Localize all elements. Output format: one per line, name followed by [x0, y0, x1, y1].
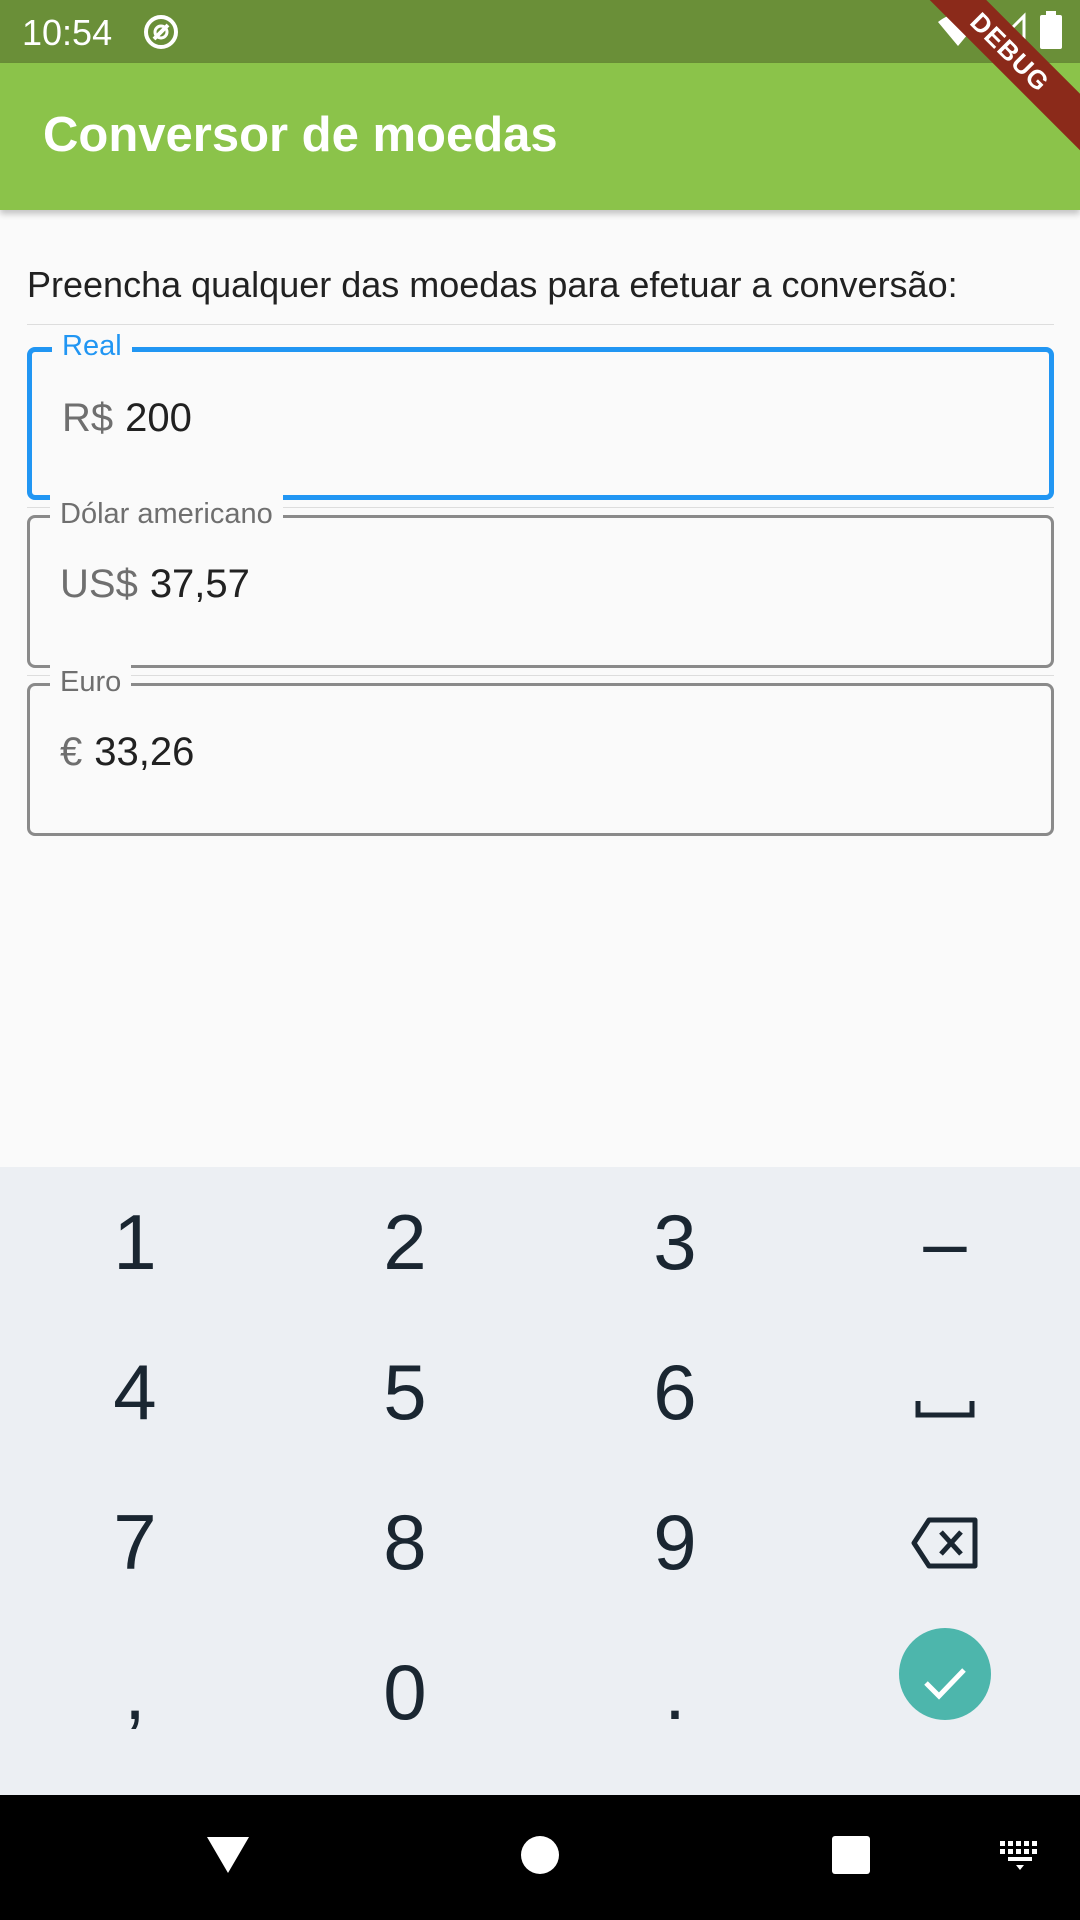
euro-prefix: € — [60, 730, 83, 774]
numeric-keyboard: 1 2 3 – 4 5 6 7 8 9 , 0 . — [0, 1167, 1080, 1795]
app-bar: Conversor de moedas — [0, 63, 1080, 210]
backspace-icon — [911, 1497, 979, 1588]
key-done[interactable] — [810, 1599, 1080, 1749]
real-prefix: R$ — [62, 396, 114, 440]
recents-button[interactable] — [811, 1795, 891, 1920]
app-notification-icon — [142, 13, 180, 51]
home-button[interactable] — [500, 1795, 580, 1920]
status-bar: 10:54 — [0, 0, 1080, 63]
key-9[interactable]: 9 — [540, 1467, 810, 1617]
key-period[interactable]: . — [540, 1617, 810, 1767]
keyboard-switch-button[interactable] — [985, 1795, 1055, 1920]
dollar-field[interactable]: Dólar americano US$ 37,57 — [27, 494, 1054, 668]
dollar-value: 37,57 — [149, 562, 250, 606]
dollar-prefix: US$ — [60, 562, 138, 606]
key-backspace[interactable] — [810, 1467, 1080, 1617]
real-field-input[interactable]: R$ 200 — [62, 396, 192, 441]
dollar-field-label: Dólar americano — [50, 494, 283, 534]
key-6[interactable]: 6 — [540, 1317, 810, 1467]
key-comma[interactable]: , — [0, 1617, 270, 1767]
signal-icon — [990, 11, 1026, 53]
euro-field[interactable]: Euro €33,26 — [27, 662, 1054, 836]
back-button[interactable] — [188, 1795, 268, 1920]
wifi-icon — [938, 12, 978, 53]
divider — [27, 675, 1054, 676]
status-time: 10:54 — [22, 12, 113, 53]
back-icon — [205, 1835, 251, 1880]
space-icon — [915, 1347, 975, 1438]
done-button[interactable] — [899, 1628, 991, 1720]
key-5[interactable]: 5 — [270, 1317, 540, 1467]
recents-icon — [831, 1835, 871, 1880]
real-field-label: Real — [52, 326, 132, 366]
home-icon — [520, 1835, 560, 1880]
real-value: 200 — [125, 396, 192, 440]
status-icons — [938, 10, 1062, 54]
real-field[interactable]: Real R$ 200 — [27, 326, 1054, 500]
key-0[interactable]: 0 — [270, 1617, 540, 1767]
key-4[interactable]: 4 — [0, 1317, 270, 1467]
battery-icon — [1040, 10, 1062, 54]
check-icon — [922, 1629, 968, 1720]
keyboard-switch-icon — [998, 1839, 1042, 1876]
key-1[interactable]: 1 — [0, 1167, 270, 1317]
app-title: Conversor de moedas — [43, 108, 558, 162]
euro-field-input[interactable]: €33,26 — [60, 730, 194, 775]
key-7[interactable]: 7 — [0, 1467, 270, 1617]
instruction-text: Preencha qualquer das moedas para efetua… — [27, 264, 958, 305]
key-2[interactable]: 2 — [270, 1167, 540, 1317]
euro-value: 33,26 — [94, 730, 195, 774]
divider — [27, 324, 1054, 325]
key-8[interactable]: 8 — [270, 1467, 540, 1617]
screen: 10:54 Conversor de moedas DEBUG Preencha… — [0, 0, 1080, 1920]
navigation-bar — [0, 1795, 1080, 1920]
key-space[interactable] — [810, 1317, 1080, 1467]
dollar-field-input[interactable]: US$ 37,57 — [60, 562, 250, 607]
key-3[interactable]: 3 — [540, 1167, 810, 1317]
euro-field-label: Euro — [50, 662, 132, 702]
key-minus[interactable]: – — [810, 1167, 1080, 1317]
